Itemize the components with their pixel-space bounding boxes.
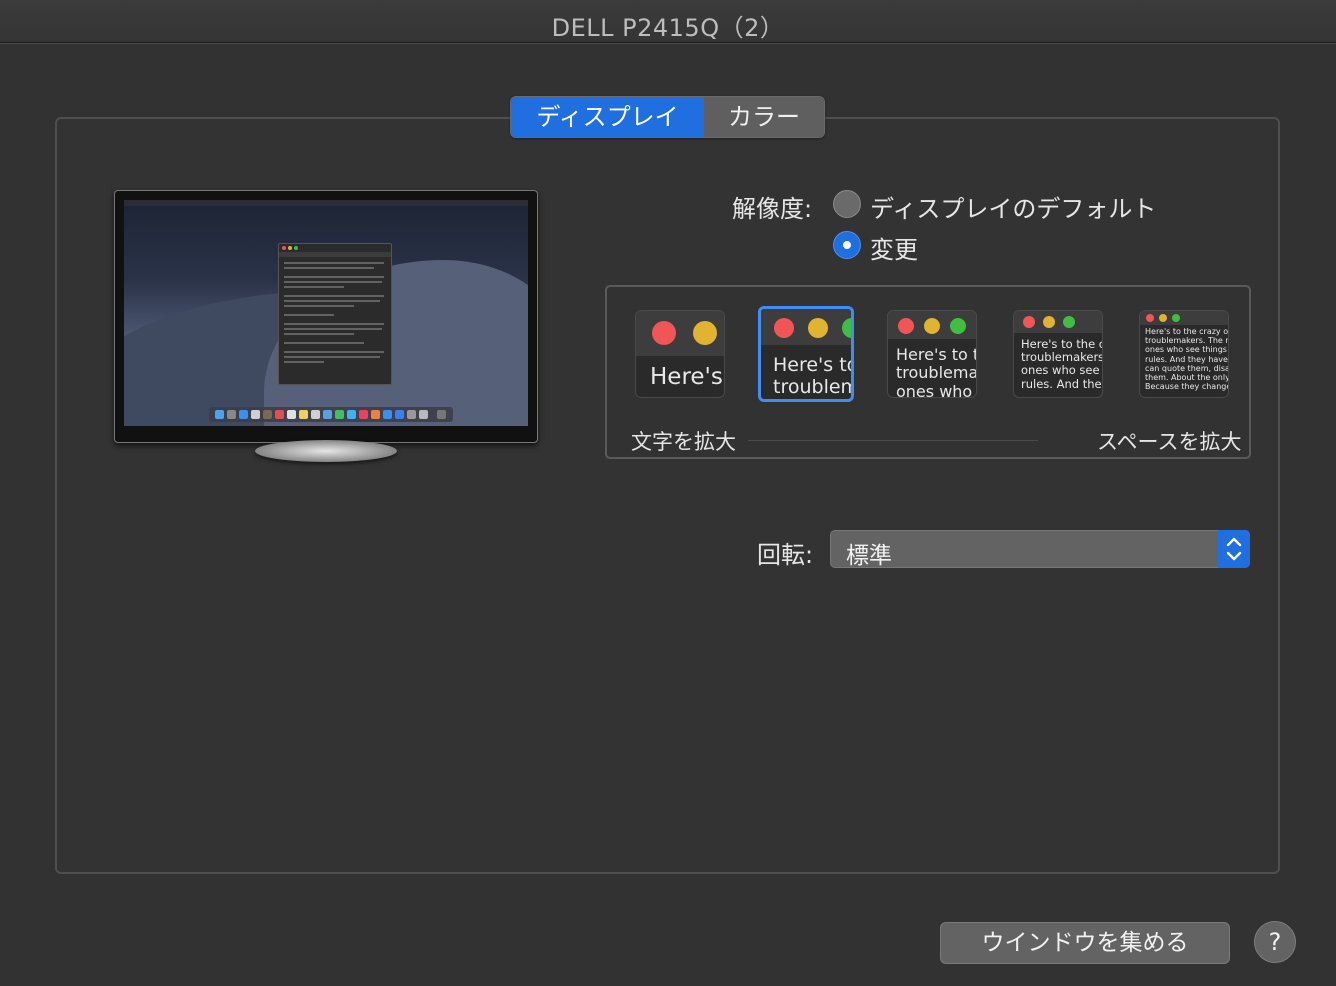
radio-scaled[interactable] (833, 231, 861, 259)
scale-option-5[interactable]: Here's to the crazy one troublemakers. T… (1139, 310, 1229, 398)
scale-option-4[interactable]: Here's to the cr troublemakers. ones who… (1013, 310, 1103, 398)
gather-windows-button[interactable]: ウインドウを集める (940, 922, 1230, 964)
rotation-value: 標準 (846, 543, 892, 569)
tab-bar: ディスプレイ カラー (510, 96, 825, 138)
radio-default-label[interactable]: ディスプレイのデフォルト (870, 189, 1156, 224)
title-bar: DELL P2415Q（2） (0, 0, 1336, 43)
scale-option-1[interactable]: Here's (635, 310, 725, 398)
radio-scaled-label[interactable]: 変更 (870, 230, 918, 265)
scale-track (748, 440, 1038, 441)
preview-window (278, 243, 392, 385)
desktop-preview-image (124, 200, 528, 426)
tab-color[interactable]: カラー (704, 97, 824, 137)
tab-display[interactable]: ディスプレイ (511, 97, 704, 137)
monitor-stand (255, 440, 397, 462)
scale-option-1-sample: Here's (650, 364, 723, 390)
radio-default[interactable] (833, 190, 861, 218)
rotation-select[interactable]: 標準 (830, 530, 1250, 569)
scale-option-2[interactable]: Here's to troublem (758, 306, 854, 402)
scale-option-5-sample: Here's to the crazy one troublemakers. T… (1145, 327, 1229, 392)
chevron-updown-icon (1218, 530, 1250, 568)
more-space-label: スペースを拡大 (1097, 430, 1242, 454)
window-title: DELL P2415Q（2） (551, 14, 785, 42)
scale-option-3-sample: Here's to t troublema ones who (896, 345, 977, 398)
preview-dock (209, 407, 453, 422)
larger-text-label: 文字を拡大 (631, 430, 736, 454)
help-button[interactable]: ? (1254, 921, 1296, 963)
scale-option-3[interactable]: Here's to t troublema ones who (887, 310, 977, 398)
rotation-label: 回転: (757, 541, 814, 569)
scale-option-4-sample: Here's to the cr troublemakers. ones who… (1021, 337, 1103, 391)
scale-option-2-sample: Here's to troublem (773, 354, 854, 398)
resolution-label: 解像度: (732, 195, 813, 223)
monitor-preview (114, 190, 538, 443)
